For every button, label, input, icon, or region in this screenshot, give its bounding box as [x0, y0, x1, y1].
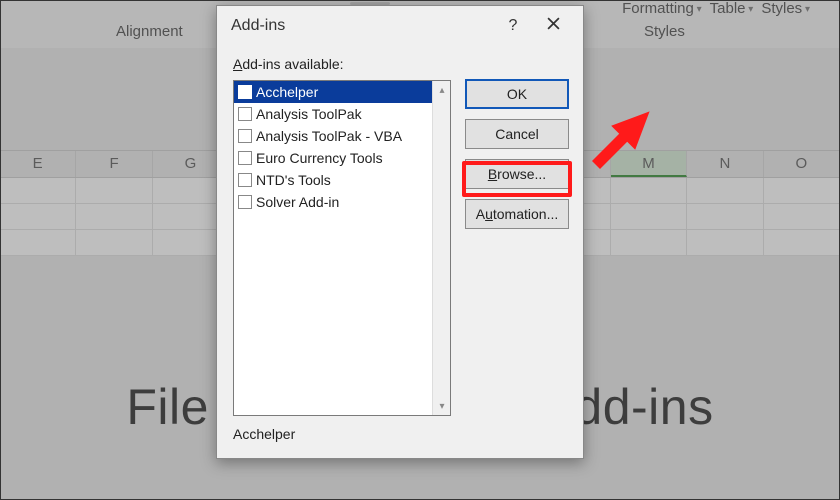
cell[interactable] — [0, 178, 76, 204]
checkbox[interactable] — [238, 173, 252, 187]
cell[interactable] — [76, 178, 152, 204]
checkbox[interactable] — [238, 85, 252, 99]
checkbox[interactable] — [238, 195, 252, 209]
column-header[interactable]: E — [0, 151, 76, 177]
cell[interactable] — [611, 178, 687, 204]
addin-item-label: NTD's Tools — [256, 172, 331, 188]
column-header[interactable]: F — [76, 151, 152, 177]
checkbox[interactable] — [238, 151, 252, 165]
addins-listbox[interactable]: Acchelper Analysis ToolPak Analysis ToolPa… — [233, 80, 451, 416]
addins-available-label: Add-ins available: — [233, 56, 567, 72]
alignment-group-label: Alignment — [116, 23, 183, 40]
browse-button[interactable]: Browse... — [465, 159, 569, 189]
cell[interactable] — [764, 204, 840, 230]
automation-button[interactable]: Automation... — [465, 199, 569, 229]
scrollbar[interactable]: ▴ ▾ — [432, 81, 450, 415]
addin-description: Acchelper — [233, 426, 295, 442]
addin-item-label: Analysis ToolPak - VBA — [256, 128, 402, 144]
addin-list-item[interactable]: Acchelper — [234, 81, 432, 103]
addin-list-item[interactable]: Analysis ToolPak - VBA — [234, 125, 432, 147]
cell[interactable] — [764, 230, 840, 256]
cell[interactable] — [76, 204, 152, 230]
ok-button[interactable]: OK — [465, 79, 569, 109]
addin-item-label: Acchelper — [256, 84, 318, 100]
cell[interactable] — [76, 230, 152, 256]
dialog-titlebar: Add-ins ? — [217, 6, 583, 46]
conditional-formatting-dropdown[interactable]: Formatting — [622, 0, 702, 17]
cell[interactable] — [611, 204, 687, 230]
scroll-up-icon[interactable]: ▴ — [433, 81, 451, 99]
column-header[interactable]: O — [764, 151, 840, 177]
addin-list-item[interactable]: Analysis ToolPak — [234, 103, 432, 125]
styles-group-label: Styles — [644, 23, 685, 40]
cancel-button[interactable]: Cancel — [465, 119, 569, 149]
checkbox[interactable] — [238, 129, 252, 143]
close-icon — [547, 17, 560, 35]
close-button[interactable] — [533, 6, 573, 46]
help-button[interactable]: ? — [493, 6, 533, 46]
cell-styles-dropdown[interactable]: Styles — [761, 0, 810, 17]
cell[interactable] — [0, 204, 76, 230]
scroll-down-icon[interactable]: ▾ — [433, 397, 451, 415]
cell[interactable] — [687, 230, 763, 256]
cell[interactable] — [687, 178, 763, 204]
column-header[interactable]: M — [611, 151, 687, 177]
checkbox[interactable] — [238, 107, 252, 121]
addin-list-item[interactable]: Euro Currency Tools — [234, 147, 432, 169]
cell[interactable] — [0, 230, 76, 256]
addins-dialog: Add-ins ? Add-ins available: Acchelper An… — [216, 5, 584, 459]
addin-item-label: Solver Add-in — [256, 194, 339, 210]
addin-list-item[interactable]: Solver Add-in — [234, 191, 432, 213]
format-as-table-dropdown[interactable]: Table — [710, 0, 754, 17]
dialog-title: Add-ins — [231, 17, 493, 35]
addin-list-item[interactable]: NTD's Tools — [234, 169, 432, 191]
cell[interactable] — [764, 178, 840, 204]
addin-item-label: Analysis ToolPak — [256, 106, 362, 122]
cell[interactable] — [611, 230, 687, 256]
addin-item-label: Euro Currency Tools — [256, 150, 383, 166]
cell[interactable] — [687, 204, 763, 230]
column-header[interactable]: N — [687, 151, 763, 177]
